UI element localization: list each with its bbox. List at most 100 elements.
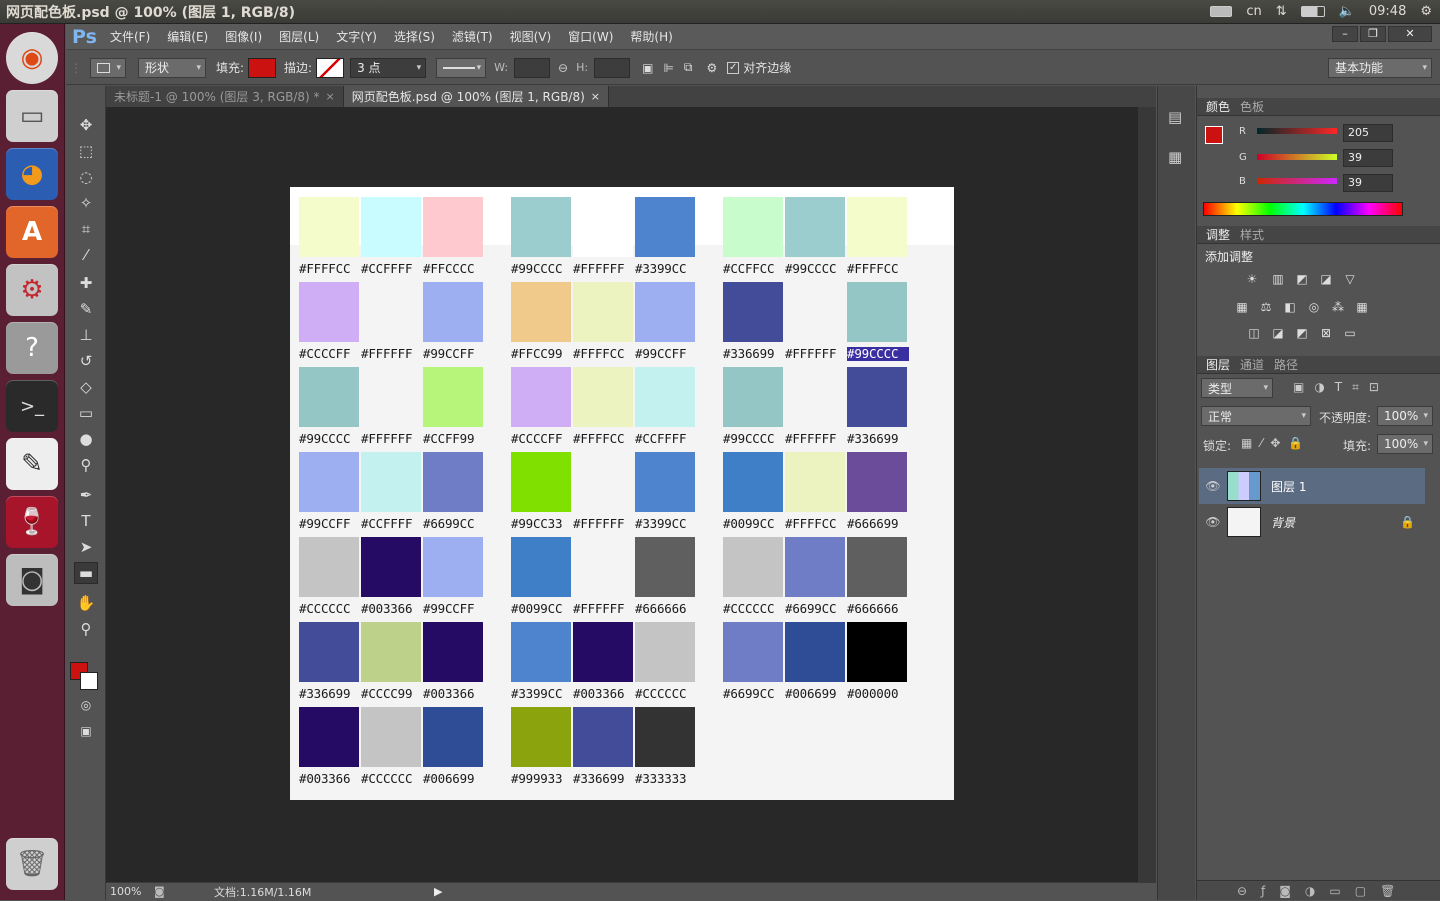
tool-preset-picker[interactable] [90,57,126,78]
network-icon[interactable]: ⇅ [1276,4,1287,19]
properties-panel-icon[interactable]: ▦ [1168,148,1182,166]
tab-layers[interactable]: 图层 [1201,356,1235,373]
stroke-swatch[interactable] [316,57,345,78]
zoom-level[interactable]: 100% [106,885,154,898]
selective-color-icon[interactable]: ⊠ [1317,326,1335,340]
tab-palette[interactable]: 网页配色板.psd @ 100% (图层 1, RGB/8) × [343,86,610,107]
quick-mask-icon[interactable]: ◎ [74,694,98,716]
layer-actions-bar[interactable]: ⊖ƒ◙◑▭▢🗑 [1197,880,1440,900]
lasso-tool-icon[interactable]: ◌ [74,166,98,188]
terminal-icon[interactable]: >_ [6,380,58,432]
move-tool-icon[interactable]: ✥ [74,114,98,136]
healing-brush-tool-icon[interactable]: ✚ [74,272,98,294]
menu-edit[interactable]: 编辑(E) [167,28,208,45]
restore-button[interactable]: ❐ [1360,26,1386,42]
zoom-tool-icon[interactable]: ⚲ [74,618,98,640]
quick-select-tool-icon[interactable]: ✧ [74,192,98,214]
lock-icons[interactable]: ▦⁄✥🔒 [1241,436,1311,450]
pen-tool-icon[interactable]: ✒ [74,484,98,506]
hue-icon[interactable]: ▦ [1233,300,1251,314]
balance-icon[interactable]: ⚖ [1257,300,1275,314]
document-canvas[interactable]: #FFFFCC #CCFFFF #FFCCCC #CCCCFF #FFFFFF #99CC… [290,187,954,800]
panel-fg-swatch[interactable] [1205,126,1223,144]
history-brush-tool-icon[interactable]: ↺ [74,350,98,372]
layer-name[interactable]: 背景 [1271,514,1400,531]
path-operations-icon[interactable]: ▣ [642,61,653,75]
bw-icon[interactable]: ◧ [1281,300,1299,314]
wine-icon[interactable]: 🍷 [6,496,58,548]
fill-field[interactable]: 100% [1377,434,1433,454]
path-arrangement-icon[interactable]: ⧉ [684,60,693,75]
lookup-icon[interactable]: ▦ [1353,300,1371,314]
curves-icon[interactable]: ◩ [1293,272,1311,286]
menu-filter[interactable]: 滤镜(T) [452,28,493,45]
blend-mode-select[interactable]: 正常 [1201,406,1311,426]
system-settings-icon[interactable]: ⚙ [6,264,58,316]
workspace-select[interactable]: 基本功能 [1328,57,1432,78]
menu-help[interactable]: 帮助(H) [630,28,672,45]
menu-image[interactable]: 图像(I) [225,28,262,45]
text-editor-icon[interactable]: ✎ [6,438,58,490]
shape-mode-select[interactable]: 形状 [138,57,206,78]
dodge-tool-icon[interactable]: ⚲ [74,454,98,476]
type-tool-icon[interactable]: T [74,510,98,532]
tab-swatches[interactable]: 色板 [1235,98,1269,115]
width-field[interactable] [514,57,551,78]
stroke-size-field[interactable]: 3 点 [350,57,427,78]
vertical-scrollbar[interactable] [1138,107,1156,882]
rectangle-tool-icon[interactable]: ▬ [74,562,98,584]
clock[interactable]: 09:48 [1369,4,1406,19]
g-value[interactable]: 39 [1343,149,1393,167]
tab-styles[interactable]: 样式 [1235,226,1269,243]
height-field[interactable] [594,57,631,78]
g-slider[interactable] [1257,154,1337,160]
tab-untitled[interactable]: 未标题-1 @ 100% (图层 3, RGB/8) * × [106,86,344,107]
photo-filter-icon[interactable]: ◎ [1305,300,1323,314]
color-spectrum[interactable] [1203,202,1403,216]
software-center-icon[interactable]: A [6,206,58,258]
canvas-area[interactable]: #FFFFCC #CCFFFF #FFCCCC #CCCCFF #FFFFFF #99CC… [106,107,1156,882]
eye-icon[interactable]: 👁 [1199,515,1227,529]
threshold-icon[interactable]: ◩ [1293,326,1311,340]
b-slider[interactable] [1257,178,1337,184]
close-button[interactable]: ✕ [1388,26,1432,42]
brightness-icon[interactable]: ☀ [1243,272,1261,286]
eyedropper-tool-icon[interactable]: ⁄ [74,244,98,266]
camera-icon[interactable]: ◙ [6,554,58,606]
screen-mode-icon[interactable]: ▣ [74,720,98,742]
tab-adjustments[interactable]: 调整 [1201,226,1235,243]
r-value[interactable]: 205 [1343,124,1393,142]
gradient-map-icon[interactable]: ▭ [1341,326,1359,340]
gradient-tool-icon[interactable]: ▭ [74,402,98,424]
filter-kind-select[interactable]: 类型 [1201,378,1273,398]
levels-icon[interactable]: ▥ [1269,272,1287,286]
crop-tool-icon[interactable]: ⌗ [74,218,98,240]
menu-file[interactable]: 文件(F) [110,28,150,45]
stroke-type-select[interactable] [436,57,487,78]
layer-filter-icons[interactable]: ▣◑T⌗⊡ [1293,380,1389,395]
b-value[interactable]: 39 [1343,174,1393,192]
path-select-tool-icon[interactable]: ➤ [74,536,98,558]
keyboard-icon[interactable] [1210,6,1233,17]
fill-swatch[interactable] [248,57,277,78]
stamp-tool-icon[interactable]: ⊥ [74,324,98,346]
tab-channels[interactable]: 通道 [1235,356,1269,373]
opacity-field[interactable]: 100% [1377,406,1433,426]
invert-icon[interactable]: ◫ [1245,326,1263,340]
history-panel-icon[interactable]: ▤ [1168,108,1182,126]
lang-indicator[interactable]: cn [1246,4,1261,19]
file-manager-icon[interactable]: ▭ [6,90,58,142]
background-color-swatch[interactable] [80,672,98,690]
menu-view[interactable]: 视图(V) [510,28,552,45]
dash-home-icon[interactable]: ◉ [6,32,58,84]
trash-icon[interactable]: 🗑 [6,838,58,890]
close-tab-icon[interactable]: × [326,90,335,103]
hand-tool-icon[interactable]: ✋ [74,592,98,614]
eraser-tool-icon[interactable]: ◇ [74,376,98,398]
menu-layer[interactable]: 图层(L) [279,28,319,45]
exposure-icon[interactable]: ◪ [1317,272,1335,286]
vibrance-icon[interactable]: ▽ [1341,272,1359,286]
posterize-icon[interactable]: ◪ [1269,326,1287,340]
align-edges-checkbox[interactable]: ✓ [727,61,740,74]
brush-tool-icon[interactable]: ✎ [74,298,98,320]
